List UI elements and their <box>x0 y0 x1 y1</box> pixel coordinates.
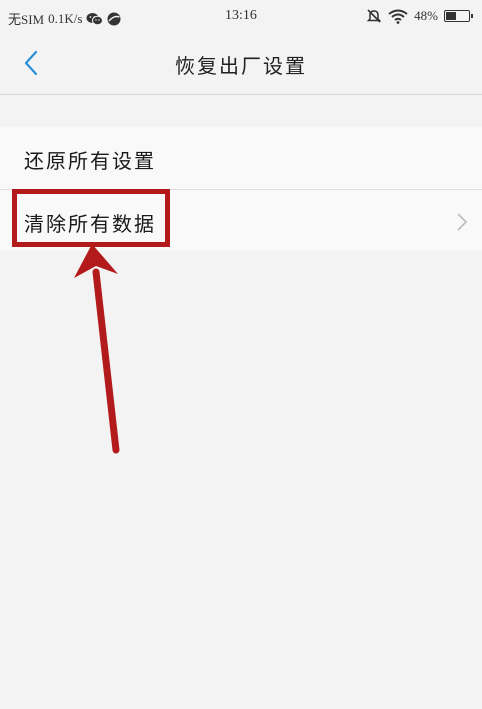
erase-all-data-item[interactable]: 清除所有数据 <box>0 189 482 251</box>
list-item-label: 还原所有设置 <box>24 149 156 173</box>
status-bar: 无SIM 0.1K/s 13:16 48% <box>0 0 482 34</box>
chevron-right-icon <box>457 213 468 231</box>
nav-bar: 恢复出厂设置 <box>0 34 482 95</box>
battery-percent: 48% <box>414 8 438 23</box>
list-item-label: 清除所有数据 <box>24 212 156 236</box>
battery-level <box>446 12 457 20</box>
annotation-arrow <box>74 244 120 454</box>
battery-icon <box>444 10 473 22</box>
status-right: 48% <box>366 8 473 24</box>
reset-all-settings-item[interactable]: 还原所有设置 <box>0 127 482 189</box>
page-title: 恢复出厂设置 <box>175 54 307 78</box>
mute-icon <box>366 8 382 24</box>
wifi-icon <box>388 9 408 24</box>
settings-list: 还原所有设置 清除所有数据 <box>0 127 482 251</box>
